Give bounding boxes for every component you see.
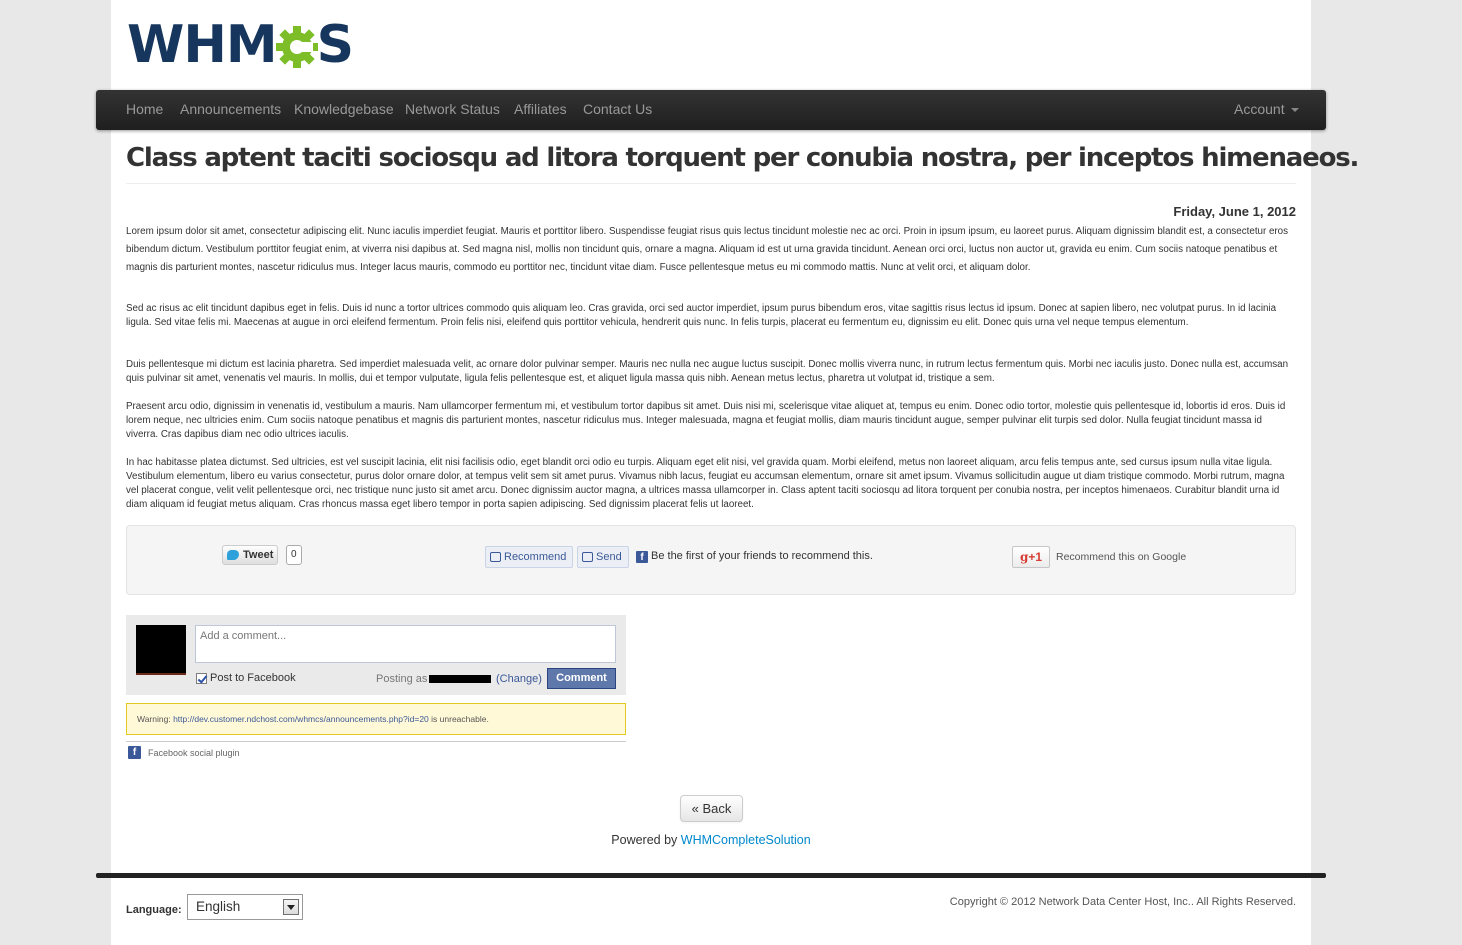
nav-account-dropdown[interactable]: Account (1234, 90, 1299, 130)
tweet-count: 0 (286, 545, 302, 565)
nav-announcements[interactable]: Announcements (180, 90, 281, 130)
thumbs-up-icon (490, 552, 501, 562)
warning-prefix: Warning: (137, 714, 171, 724)
posting-as-label: Posting as (376, 673, 428, 685)
main-navbar: Home Announcements Knowledgebase Network… (96, 90, 1326, 130)
gplus-text: Recommend this on Google (1056, 551, 1187, 563)
article-paragraph: Lorem ipsum dolor sit amet, consectetur … (126, 226, 1289, 273)
tweet-label: Tweet (243, 549, 274, 561)
back-button[interactable]: « Back (680, 795, 743, 822)
nav-contact-us[interactable]: Contact Us (583, 90, 652, 130)
powered-by: Powered by WHMCompleteSolution (0, 833, 1422, 847)
article-paragraph: Duis pellentesque mi dictum est lacinia … (126, 359, 1289, 384)
whmcs-logo[interactable]: WHM S (127, 15, 354, 75)
change-user-link[interactable]: (Change) (496, 673, 542, 685)
gplus-label: +1 (1028, 550, 1043, 564)
send-label: Send (596, 551, 622, 563)
fb-first-text: Be the first of your friends to recommen… (651, 550, 873, 562)
google-plus-one-button[interactable]: g+1 (1012, 546, 1050, 568)
redacted-username (429, 675, 491, 683)
logo-text-left: WHM (127, 15, 278, 75)
gear-icon (275, 26, 318, 68)
language-select[interactable]: English (187, 894, 303, 920)
fb-send-button[interactable]: Send (577, 546, 629, 568)
article-title: Class aptent taciti sociosqu ad litora t… (126, 143, 1359, 173)
powered-by-prefix: Powered by (611, 833, 678, 847)
twitter-bird-icon (227, 550, 239, 560)
facebook-comments-box: Add a comment... Post to Facebook Postin… (126, 615, 626, 695)
title-divider (126, 183, 1296, 184)
nav-knowledgebase[interactable]: Knowledgebase (294, 90, 394, 130)
whmcs-link[interactable]: WHMCompleteSolution (681, 833, 811, 847)
comment-input[interactable]: Add a comment... (195, 625, 616, 663)
post-to-facebook-option[interactable]: Post to Facebook (196, 672, 296, 684)
article-paragraph: Praesent arcu odio, dignissim in venenat… (126, 401, 1286, 440)
recommend-label: Recommend (504, 551, 567, 563)
facebook-icon: f (128, 746, 141, 759)
post-to-facebook-checkbox[interactable] (196, 672, 207, 684)
language-value: English (196, 899, 241, 914)
facebook-plugin-credit[interactable]: f Facebook social plugin (128, 746, 240, 759)
article-paragraph: In hac habitasse platea dictumst. Sed ul… (126, 457, 1285, 510)
comment-button[interactable]: Comment (547, 668, 616, 689)
copyright-text: Copyright © 2012 Network Data Center Hos… (949, 896, 1296, 908)
speech-bubble-icon (582, 552, 593, 562)
nav-network-status[interactable]: Network Status (405, 90, 500, 130)
warning-url-link[interactable]: http://dev.customer.ndchost.com/whmcs/an… (173, 714, 429, 724)
article-date: Friday, June 1, 2012 (1173, 204, 1296, 219)
fb-recommend-button[interactable]: Recommend (485, 546, 574, 568)
social-share-bar: Tweet 0 Recommend Send f Be the first of… (126, 525, 1296, 595)
nav-account-label: Account (1234, 101, 1285, 117)
plugin-label: Facebook social plugin (148, 747, 240, 758)
warning-divider (126, 741, 626, 742)
language-label: Language: (126, 904, 182, 916)
tweet-button[interactable]: Tweet (222, 545, 279, 565)
nav-affiliates[interactable]: Affiliates (514, 90, 567, 130)
facebook-icon: f (636, 551, 648, 563)
post-to-facebook-label: Post to Facebook (210, 672, 296, 684)
article-paragraph: Sed ac risus ac elit tincidunt dapibus e… (126, 303, 1277, 328)
warning-suffix: is unreachable. (431, 714, 489, 724)
logo-text-right: S (316, 15, 354, 75)
caret-down-icon (1290, 108, 1299, 113)
footer-divider (96, 873, 1326, 878)
nav-home[interactable]: Home (126, 90, 163, 130)
avatar (136, 625, 186, 675)
unreachable-warning: Warning: http://dev.customer.ndchost.com… (126, 703, 626, 735)
dropdown-arrow-icon[interactable] (283, 899, 299, 915)
